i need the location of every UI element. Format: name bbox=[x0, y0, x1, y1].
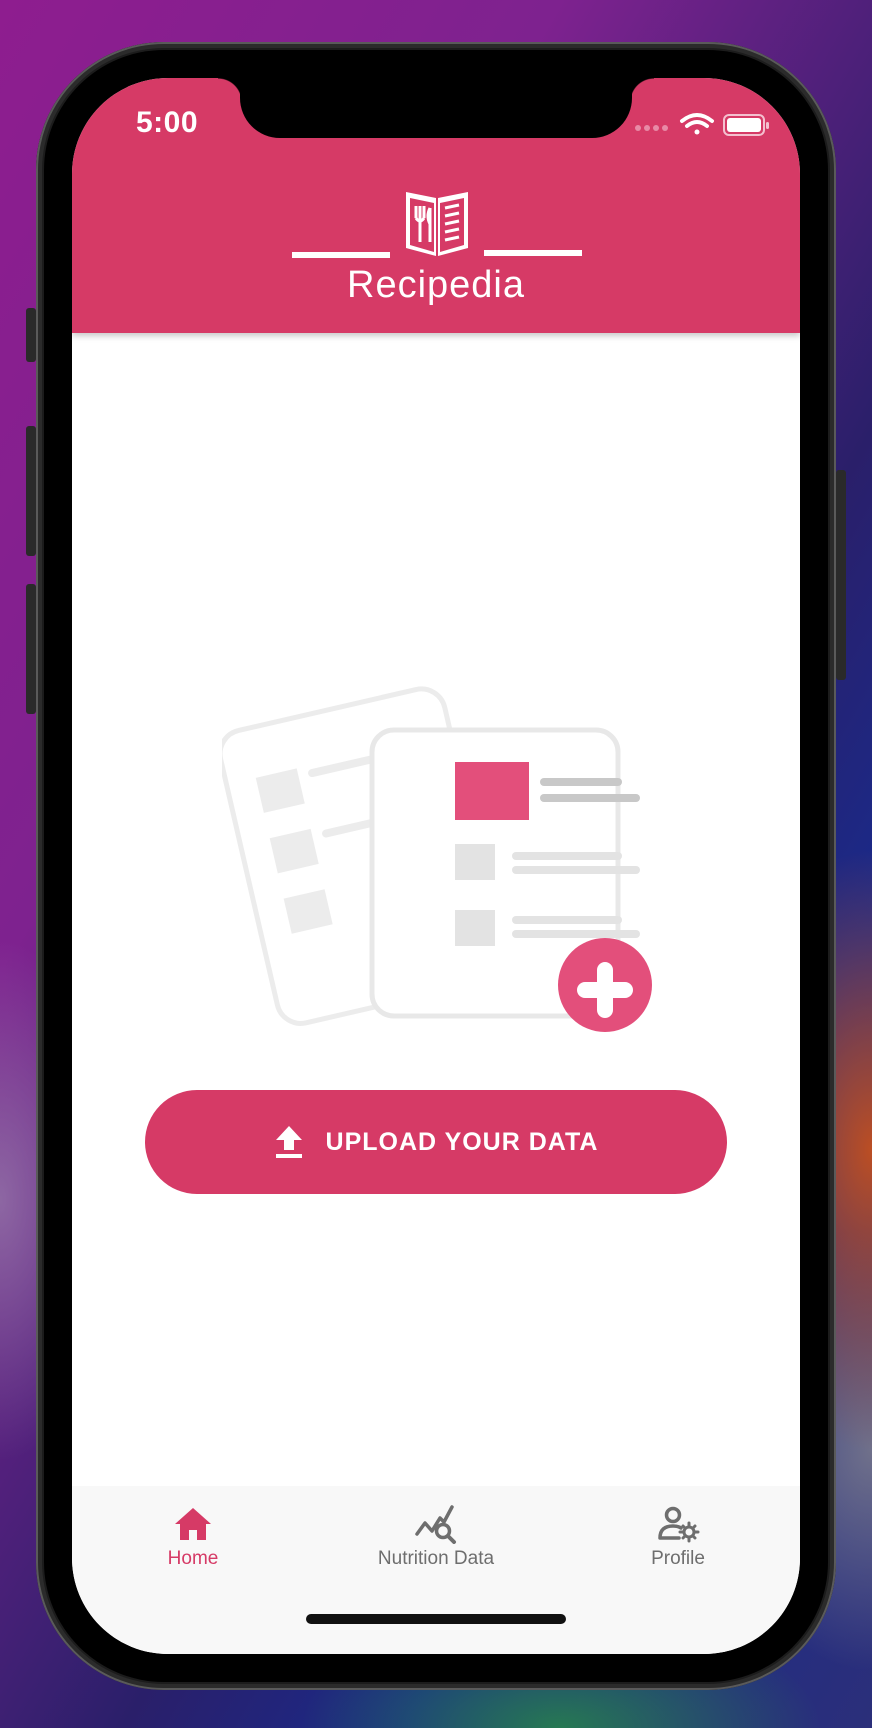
nav-label-profile: Profile bbox=[651, 1548, 705, 1569]
status-time: 5:00 bbox=[136, 106, 199, 139]
nav-item-home[interactable]: Home bbox=[93, 1504, 293, 1570]
nav-label-nutrition-data: Nutrition Data bbox=[377, 1548, 495, 1569]
upload-icon bbox=[275, 1126, 302, 1158]
documents-add-illustration bbox=[217, 648, 662, 1038]
mute-switch bbox=[26, 308, 36, 362]
upload-data-button[interactable]: UPLOAD YOUR DATA bbox=[145, 1090, 727, 1194]
add-circle-icon bbox=[558, 938, 652, 1032]
upload-button-label: UPLOAD YOUR DATA bbox=[325, 1127, 599, 1156]
wifi-icon bbox=[680, 113, 714, 135]
signal-dots-icon bbox=[635, 125, 668, 131]
bottom-navigation: Home Nutrition Data Profile bbox=[72, 1486, 800, 1654]
nav-item-profile[interactable]: Profile bbox=[578, 1504, 778, 1570]
recipe-book-icon bbox=[292, 186, 582, 266]
volume-down-button bbox=[26, 584, 36, 714]
nav-item-nutrition-data[interactable]: Nutrition Data bbox=[336, 1504, 536, 1570]
app-title: Recipedia bbox=[347, 264, 525, 306]
power-button bbox=[836, 470, 846, 680]
home-icon bbox=[175, 1508, 211, 1540]
user-settings-icon bbox=[658, 1506, 700, 1543]
nav-label-home: Home bbox=[167, 1548, 219, 1569]
status-icons bbox=[634, 112, 774, 138]
app-header: 5:00 Recipedia bbox=[72, 78, 800, 333]
home-indicator bbox=[306, 1614, 566, 1624]
volume-up-button bbox=[26, 426, 36, 556]
notch bbox=[240, 78, 632, 138]
app-screen: 5:00 Recipedia UPLOAD YOUR DATA Home Nut… bbox=[72, 78, 800, 1654]
chart-search-icon bbox=[415, 1505, 456, 1544]
battery-icon bbox=[723, 114, 769, 136]
